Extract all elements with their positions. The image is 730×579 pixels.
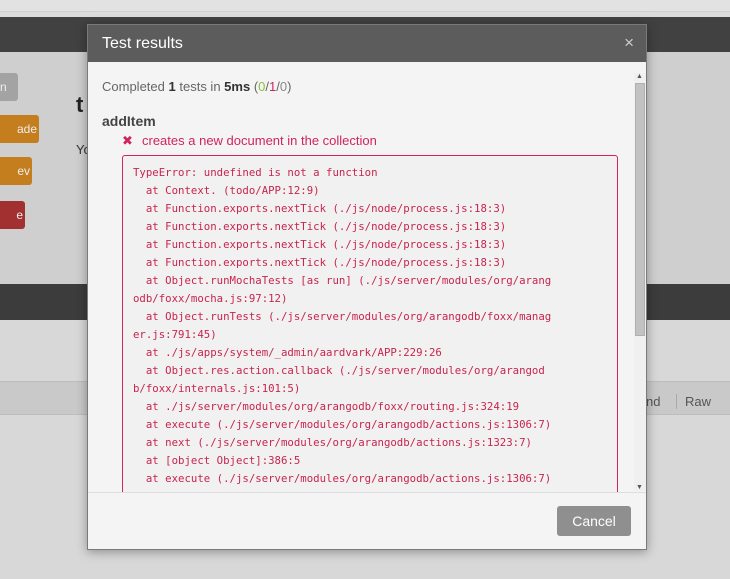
stack-trace-line: at ./js/server/modules/org/arangodb/foxx…: [133, 400, 520, 413]
stack-trace-line: at Function.exports.nextTick (./js/node/…: [133, 220, 507, 233]
stack-trace-line: at Function.exports.nextTick (./js/node/…: [133, 202, 507, 215]
close-icon[interactable]: ×: [624, 33, 634, 53]
suite-name: addItem: [102, 113, 156, 129]
scroll-up-arrow-icon[interactable]: ▲: [636, 73, 643, 80]
summary-prefix: Completed: [102, 79, 165, 94]
background-tab-raw[interactable]: Raw: [676, 394, 711, 409]
test-results-modal: Test results × Completed 1 tests in 5ms …: [87, 24, 647, 550]
failed-test: ✖ creates a new document in the collectio…: [122, 133, 377, 149]
fail-x-icon: ✖: [122, 133, 133, 148]
error-stack-trace: TypeError: undefined is not a function a…: [122, 155, 618, 492]
background-button-1[interactable]: n: [0, 73, 18, 101]
test-summary: Completed 1 tests in 5ms (0/1/0): [102, 79, 291, 94]
stack-trace-line: at Context. (todo/APP:12:9): [133, 184, 320, 197]
modal-title: Test results: [102, 35, 183, 52]
test-title: creates a new document in the collection: [142, 133, 377, 148]
background-button-3[interactable]: ev: [0, 157, 32, 185]
background-title: t: [76, 92, 84, 117]
stack-trace-line: TypeError: undefined is not a function: [133, 166, 378, 179]
stack-trace-line: at execute (./js/server/modules/org/aran…: [133, 418, 552, 431]
stack-trace-line: at Object.runTests (./js/server/modules/…: [133, 310, 552, 323]
stack-trace-line: er.js:791:45): [133, 328, 217, 341]
modal-header: Test results ×: [88, 25, 646, 62]
scroll-down-arrow-icon[interactable]: ▼: [636, 484, 643, 491]
summary-duration: 5ms: [224, 79, 251, 94]
stack-trace-line: b/foxx/internals.js:101:5): [133, 382, 301, 395]
stack-trace-line: at Object.res.action.callback (./js/serv…: [133, 364, 545, 377]
background-top-bar: [0, 0, 730, 12]
stack-trace-line: at execute (./js/server/modules/org/aran…: [133, 472, 552, 485]
scrollbar-thumb[interactable]: [635, 83, 645, 336]
stack-trace-line: at next (./js/server/modules/org/arangod…: [133, 436, 532, 449]
summary-tests-in: tests in: [179, 79, 221, 94]
modal-body: Completed 1 tests in 5ms (0/1/0) addItem…: [88, 62, 646, 492]
summary-count: 1: [168, 79, 176, 94]
stack-trace-line: at Object.runMochaTests [as run] (./js/s…: [133, 274, 552, 287]
stack-trace-line: at ./js/apps/system/_admin/aardvark/APP:…: [133, 346, 442, 359]
background-tab-expand[interactable]: nd: [646, 394, 660, 409]
stack-trace-line: at Function.exports.nextTick (./js/node/…: [133, 238, 507, 251]
modal-footer: Cancel: [88, 492, 646, 549]
background-button-4[interactable]: e: [0, 201, 25, 229]
cancel-button[interactable]: Cancel: [557, 506, 631, 536]
stack-trace-line: at [object Object]:386:5: [133, 454, 301, 467]
summary-close-paren: ): [287, 79, 292, 94]
stack-trace-line: odb/foxx/mocha.js:97:12): [133, 292, 288, 305]
stack-trace-line: at Function.exports.nextTick (./js/node/…: [133, 256, 507, 269]
modal-scrollbar[interactable]: ▲ ▼: [634, 73, 646, 491]
background-button-2[interactable]: ade: [0, 115, 39, 143]
